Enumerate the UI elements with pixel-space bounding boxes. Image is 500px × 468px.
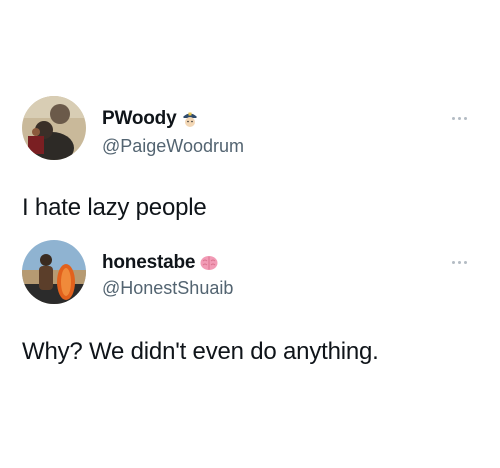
brain-emoji-icon — [199, 253, 219, 273]
police-officer-emoji-icon — [180, 109, 200, 129]
avatar[interactable] — [22, 96, 86, 160]
display-name[interactable]: honestabe — [102, 252, 195, 274]
tweet: PWoody @PaigeWoodrum I hate lazy people — [0, 96, 500, 236]
user-handle[interactable]: @PaigeWoodrum — [102, 136, 244, 157]
ellipsis-icon[interactable] — [452, 115, 470, 121]
avatar[interactable] — [22, 240, 86, 304]
name-row: honestabe — [102, 252, 219, 274]
name-row: PWoody — [102, 108, 200, 130]
tweet: honestabe @HonestShuaib Why? We didn't e… — [0, 240, 500, 390]
user-handle[interactable]: @HonestShuaib — [102, 278, 233, 299]
tweet-text: I hate lazy people — [22, 194, 207, 221]
display-name[interactable]: PWoody — [102, 108, 177, 130]
ellipsis-icon[interactable] — [452, 259, 470, 265]
tweet-text: Why? We didn't even do anything. — [22, 338, 379, 365]
